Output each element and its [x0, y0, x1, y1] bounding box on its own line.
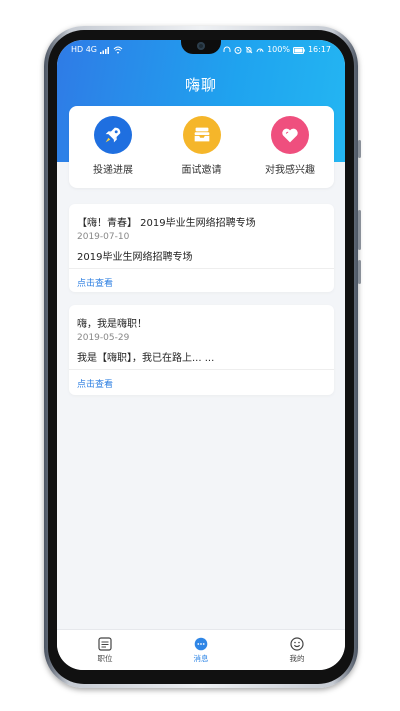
tab-jobs[interactable]: 职位 [70, 636, 140, 664]
quick-action-label: 对我感兴趣 [265, 165, 315, 176]
status-bar-left: HD 4G [71, 44, 123, 56]
view-details-link[interactable]: 点击查看 [77, 276, 113, 289]
bottom-tab-bar: 职位 消息 我的 [57, 629, 345, 670]
tab-label: 消息 [193, 653, 209, 663]
clock-text: 16:17 [307, 45, 331, 54]
status-bar-right: 100% 16:17 [223, 44, 331, 56]
quick-action-label: 投递进展 [93, 165, 133, 176]
app-screen: HD 4G 100% 16:17 嗨聊 投递进展 面试邀请 对我感兴趣 【嗨！青… [57, 40, 345, 670]
message-title: 【嗨！青春】 2019毕业生网络招聘专场 [77, 218, 256, 229]
message-description: 2019毕业生网络招聘专场 [77, 252, 193, 263]
divider [69, 268, 334, 269]
message-card[interactable]: 【嗨！青春】 2019毕业生网络招聘专场 2019-07-10 2019毕业生网… [69, 204, 334, 292]
view-details-link[interactable]: 点击查看 [77, 377, 113, 390]
alarm-icon [234, 46, 242, 54]
page-title: 嗨聊 [184, 76, 217, 94]
message-description: 我是【嗨职】，我已在路上... ... [77, 353, 215, 364]
battery-icon [292, 46, 305, 54]
divider [69, 369, 334, 370]
tab-label: 职位 [97, 653, 113, 663]
mute-icon [245, 46, 253, 54]
side-button [358, 260, 361, 284]
quick-actions-panel: 投递进展 面试邀请 对我感兴趣 [69, 106, 334, 188]
quick-action-delivery-progress[interactable]: 投递进展 [69, 106, 157, 188]
tab-mine[interactable]: 我的 [262, 636, 332, 664]
message-card[interactable]: 嗨，我是嗨职！ 2019-05-29 我是【嗨职】，我已在路上... ... 点… [69, 305, 334, 395]
wifi-icon [113, 46, 123, 54]
quick-action-interview-invite[interactable]: 面试邀请 [158, 106, 246, 188]
message-date: 2019-05-29 [77, 333, 130, 343]
quick-action-label: 面试邀请 [181, 165, 222, 176]
message-title: 嗨，我是嗨职！ [77, 319, 147, 330]
job-list-icon [98, 636, 112, 651]
rocket-icon [94, 116, 132, 154]
message-date: 2019-07-10 [77, 232, 130, 242]
smile-icon [290, 636, 304, 651]
heart-icon [271, 116, 309, 154]
speedometer-icon [256, 48, 264, 53]
volume-button [358, 140, 361, 158]
inbox-icon [182, 116, 221, 154]
carrier-text: HD 4G [71, 45, 98, 54]
message-icon [194, 637, 208, 650]
tab-label: 我的 [289, 653, 305, 663]
headphone-icon [223, 46, 231, 52]
quick-action-interested-in-me[interactable]: 对我感兴趣 [246, 106, 334, 188]
battery-text: 100% [267, 45, 290, 54]
tab-messages[interactable]: 消息 [166, 637, 236, 664]
power-button [358, 210, 361, 250]
signal-icon [100, 47, 110, 54]
camera-icon [197, 42, 205, 50]
